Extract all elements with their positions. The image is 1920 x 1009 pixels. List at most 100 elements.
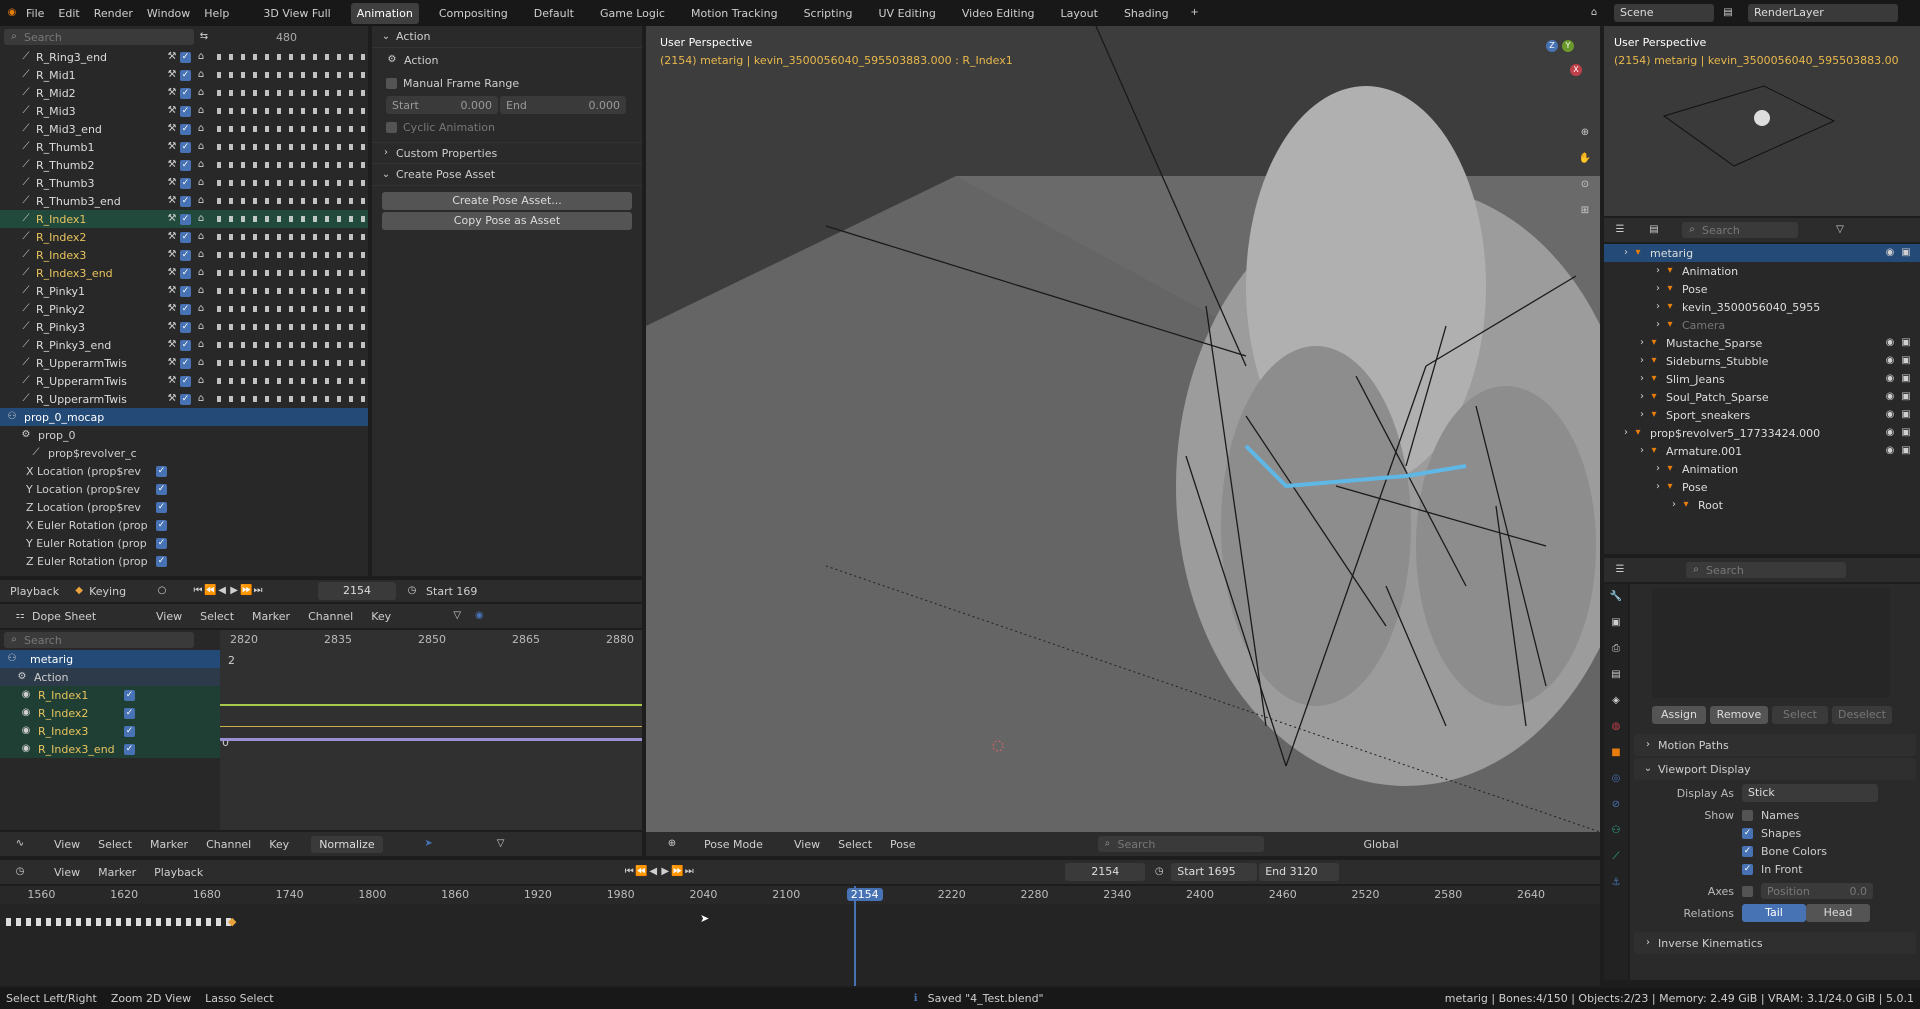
workspace-tab-game-logic[interactable]: Game Logic [594, 3, 671, 24]
dopesheet-menu-view[interactable]: View [156, 610, 182, 623]
wrench-icon[interactable]: ⚒ [166, 141, 178, 153]
channel-row[interactable]: ⟋ R_Mid3_end ⚒ ✓ ⌂ [0, 120, 368, 138]
expand-arrow-icon[interactable]: › [1636, 409, 1648, 421]
render-tab-icon[interactable]: ▣ [1604, 610, 1628, 636]
expand-arrow-icon[interactable]: › [1652, 283, 1664, 295]
dopesheet-search[interactable]: ⌕ Search [4, 632, 194, 648]
lock-icon[interactable]: ⌂ [195, 177, 207, 189]
menu-render[interactable]: Render [94, 7, 133, 20]
eye-icon[interactable]: ◉ [1884, 427, 1896, 439]
timeline-icon[interactable]: ◷ [14, 866, 26, 878]
keyframe-strip[interactable] [217, 234, 367, 240]
expand-arrow-icon[interactable]: › [1620, 427, 1632, 439]
view-layer-tab-icon[interactable]: ▤ [1604, 662, 1628, 688]
camera-icon[interactable]: ⊙ [1574, 174, 1596, 196]
channel-row[interactable]: ⟋ R_Mid3 ⚒ ✓ ⌂ [0, 102, 368, 120]
axes-checkbox[interactable] [1742, 885, 1753, 897]
outliner-search[interactable]: ⌕ Search [1682, 222, 1798, 238]
keyframe-strip[interactable] [217, 360, 367, 366]
lock-icon[interactable]: ⌂ [195, 321, 207, 333]
eye-icon[interactable]: ◉ [1884, 355, 1896, 367]
wrench-icon[interactable]: ⚒ [166, 51, 178, 63]
play-icon[interactable]: ▶ [659, 866, 671, 878]
outliner-item[interactable]: › ▾ Soul_Patch_Sparse ◉ ▣ [1604, 388, 1920, 406]
outliner-item[interactable]: › ▾ kevin_3500056040_5955 [1604, 298, 1920, 316]
channel-enable-checkbox[interactable]: ✓ [180, 303, 191, 315]
lock-icon[interactable]: ⌂ [195, 51, 207, 63]
eye-icon[interactable]: ◉ [20, 743, 32, 755]
dopesheet-menu-channel[interactable]: Channel [308, 610, 353, 623]
lock-icon[interactable]: ⌂ [195, 159, 207, 171]
lock-icon[interactable]: ⌂ [195, 213, 207, 225]
camera-render-icon[interactable]: ▣ [1900, 409, 1912, 421]
channel-row[interactable]: ⟋ R_Ring3_end ⚒ ✓ ⌂ [0, 48, 368, 66]
viewport-display-panel[interactable]: ⌄ Viewport Display [1634, 758, 1916, 780]
prop-object-row[interactable]: ⚇ prop_0_mocap [0, 408, 368, 426]
workspace-tab-motion-tracking[interactable]: Motion Tracking [685, 3, 784, 24]
prop-action-row[interactable]: ⚙ prop_0 [0, 426, 368, 444]
lock-icon[interactable]: ⌂ [195, 123, 207, 135]
eye-icon[interactable]: ◉ [1884, 391, 1896, 403]
jump-end-icon[interactable]: ⏭ [252, 585, 264, 597]
channel-row[interactable]: ⟋ R_Index1 ⚒ ✓ ⌂ [0, 210, 368, 228]
bone-collection-list[interactable] [1652, 588, 1890, 698]
camera-render-icon[interactable]: ▣ [1900, 391, 1912, 403]
wrench-icon[interactable]: ⚒ [166, 321, 178, 333]
channel-enable-checkbox[interactable]: ✓ [124, 707, 135, 719]
wrench-icon[interactable]: ⚒ [166, 177, 178, 189]
keyframe-strip[interactable] [217, 396, 367, 402]
fcurve-row[interactable]: Y Euler Rotation (prop ✓ [0, 534, 368, 552]
viewport-search[interactable]: ⌕ Search [1097, 836, 1264, 852]
keyframe-strip[interactable] [217, 288, 367, 294]
expand-arrow-icon[interactable]: › [1652, 481, 1664, 493]
channel-enable-checkbox[interactable]: ✓ [180, 159, 191, 171]
workspace-tab-3d-view-full[interactable]: 3D View Full [257, 3, 336, 24]
fcurve-enable-checkbox[interactable]: ✓ [156, 465, 167, 477]
workspace-tab-animation[interactable]: Animation [350, 2, 419, 24]
channel-enable-checkbox[interactable]: ✓ [180, 285, 191, 297]
keyframe-strip[interactable] [217, 90, 367, 96]
motion-paths-panel[interactable]: › Motion Paths [1634, 734, 1916, 756]
mini-viewport[interactable]: User Perspective (2154) metarig | kevin_… [1604, 26, 1920, 216]
outliner-item[interactable]: › ▾ Armature.001 ◉ ▣ [1604, 442, 1920, 460]
wrench-icon[interactable]: ⚒ [166, 375, 178, 387]
fcurve-row[interactable]: Z Euler Rotation (prop ✓ [0, 552, 368, 570]
eye-icon[interactable]: ◉ [20, 707, 32, 719]
graph-menu-key[interactable]: Key [269, 838, 289, 851]
record-icon[interactable]: ○ [156, 585, 168, 597]
properties-search[interactable]: ⌕ Search [1686, 562, 1846, 578]
outliner-item[interactable]: › ▾ Pose [1604, 280, 1920, 298]
custom-properties-header[interactable]: › Custom Properties [372, 142, 642, 164]
remove-button[interactable]: Remove [1710, 706, 1768, 724]
lock-icon[interactable]: ⌂ [195, 303, 207, 315]
play-reverse-icon[interactable]: ◀ [647, 866, 659, 878]
world-tab-icon[interactable]: ◍ [1604, 714, 1628, 740]
channel-enable-checkbox[interactable]: ✓ [180, 141, 191, 153]
channel-row[interactable]: ⟋ R_Thumb2 ⚒ ✓ ⌂ [0, 156, 368, 174]
keyframe-icon[interactable]: ◆ [228, 915, 236, 928]
camera-render-icon[interactable]: ▣ [1900, 445, 1912, 457]
channel-enable-checkbox[interactable]: ✓ [180, 357, 191, 369]
channel-row[interactable]: ⟋ R_Pinky3_end ⚒ ✓ ⌂ [0, 336, 368, 354]
wrench-icon[interactable]: ⚒ [166, 87, 178, 99]
playback-menu[interactable]: Playback [10, 585, 59, 598]
timeline-menu-view[interactable]: View [54, 866, 80, 879]
axes-position-field[interactable]: Position 0.0 [1761, 883, 1873, 899]
fcurve-row[interactable]: X Euler Rotation (prop ✓ [0, 516, 368, 534]
lock-icon[interactable]: ⌂ [195, 105, 207, 117]
channel-enable-checkbox[interactable]: ✓ [180, 123, 191, 135]
cyclic-animation-checkbox[interactable] [386, 121, 397, 133]
keyframe-strip[interactable] [217, 252, 367, 258]
fcurve-enable-checkbox[interactable]: ✓ [156, 555, 167, 567]
camera-render-icon[interactable]: ▣ [1900, 355, 1912, 367]
constraint-tab-icon[interactable]: ⊘ [1604, 792, 1628, 818]
main-3d-viewport[interactable]: User Perspective (2154) metarig | kevin_… [646, 26, 1600, 832]
expand-arrow-icon[interactable]: › [1652, 463, 1664, 475]
wrench-icon[interactable]: ⚒ [166, 105, 178, 117]
eye-icon[interactable]: ◉ [20, 725, 32, 737]
fcurve-row[interactable]: X Location (prop$rev ✓ [0, 462, 368, 480]
outliner-item[interactable]: › ▾ Root [1604, 496, 1920, 514]
expand-arrow-icon[interactable]: › [1636, 355, 1648, 367]
channel-enable-checkbox[interactable]: ✓ [124, 743, 135, 755]
normalize-toggle[interactable]: Normalize [311, 835, 383, 853]
